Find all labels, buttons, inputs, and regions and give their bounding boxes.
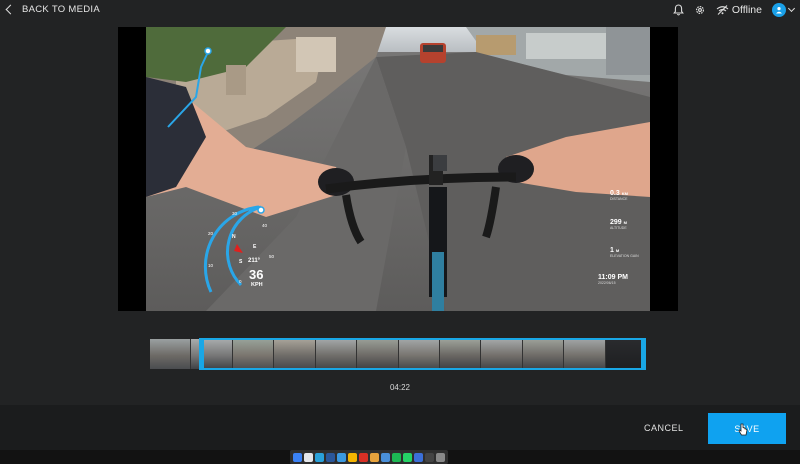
compass-south: S [239,259,243,265]
speed-unit: KPH [251,282,263,288]
trash-icon[interactable] [436,452,445,462]
gauge-tick: 50 [269,254,275,259]
video-frame: N E S 211° 36 KPH 0 10 20 30 40 50 0.3 K… [146,27,650,311]
video-scene [146,27,650,311]
chevron-down-icon [787,4,796,13]
gauge-tick: 20 [208,231,214,236]
stat-label: DISTANCE [610,197,628,201]
compass-east: E [253,244,257,250]
stat-distance: 0.3 KM DISTANCE [610,190,628,201]
spotify-icon[interactable] [392,452,401,462]
cancel-button[interactable]: CANCEL [644,423,684,433]
footer-bar: CANCEL SAVE [0,405,800,450]
vscode-icon[interactable] [337,452,346,462]
word-icon[interactable] [326,452,335,462]
pointer-cursor-icon [738,423,748,441]
chevron-left-icon [5,4,16,15]
mail-icon[interactable] [381,452,390,462]
stat-time: 11:09 PM 2022/06/15 [598,274,628,285]
terminal-icon[interactable] [425,452,434,462]
stat-unit: KM [621,191,628,196]
charts-icon[interactable] [348,452,357,462]
gauge-tick: 0 [239,279,242,284]
timeline-thumbnail [150,339,192,369]
timeline-scrubber[interactable] [150,338,647,370]
stat-elevation-gain: 1 M ELEVATION GAIN [610,247,639,258]
pdf-icon[interactable] [359,452,368,462]
stat-label: ALTITUDE [610,226,627,230]
stat-value: 299 [610,219,622,226]
back-to-media-button[interactable]: BACK TO MEDIA [5,4,100,15]
chrome-icon[interactable] [370,452,379,462]
app-dock [290,450,448,464]
stat-value: 0.3 [610,190,620,197]
top-bar: BACK TO MEDIA Offline [0,0,800,22]
os-taskbar [0,450,800,464]
stat-unit: M [615,248,620,253]
offline-signal-icon [716,5,729,15]
finder-icon[interactable] [293,452,302,462]
stat-value: 11:09 PM [598,274,628,281]
connection-status[interactable]: Offline [716,4,762,16]
stat-altitude: 299 M ALTITUDE [610,219,627,230]
stat-unit: M [623,220,627,225]
gauge-tick: 30 [232,211,238,216]
stat-label: ELEVATION GAIN [610,254,639,258]
bell-icon[interactable] [672,4,684,16]
trim-selection[interactable] [199,338,646,370]
gear-icon[interactable] [694,4,706,16]
video-player[interactable]: N E S 211° 36 KPH 0 10 20 30 40 50 0.3 K… [118,27,678,311]
timecode: 04:22 [389,383,411,392]
gauge-tick: 40 [262,223,268,228]
speed-value: 36 [249,267,264,282]
stat-value: 1 [610,247,614,254]
gauge-tick: 10 [208,263,214,268]
back-to-media-label: BACK TO MEDIA [22,4,100,15]
heading-value: 211° [248,258,261,264]
stat-label: 2022/06/15 [598,281,616,285]
vpn-icon[interactable] [414,452,423,462]
safari-icon[interactable] [304,452,313,462]
telegram-icon[interactable] [315,452,324,462]
whatsapp-icon[interactable] [403,452,412,462]
status-text: Offline [731,4,762,16]
user-icon [772,3,786,17]
user-menu[interactable] [772,3,796,17]
header-actions: Offline [672,3,796,17]
compass-north: N [232,234,236,240]
